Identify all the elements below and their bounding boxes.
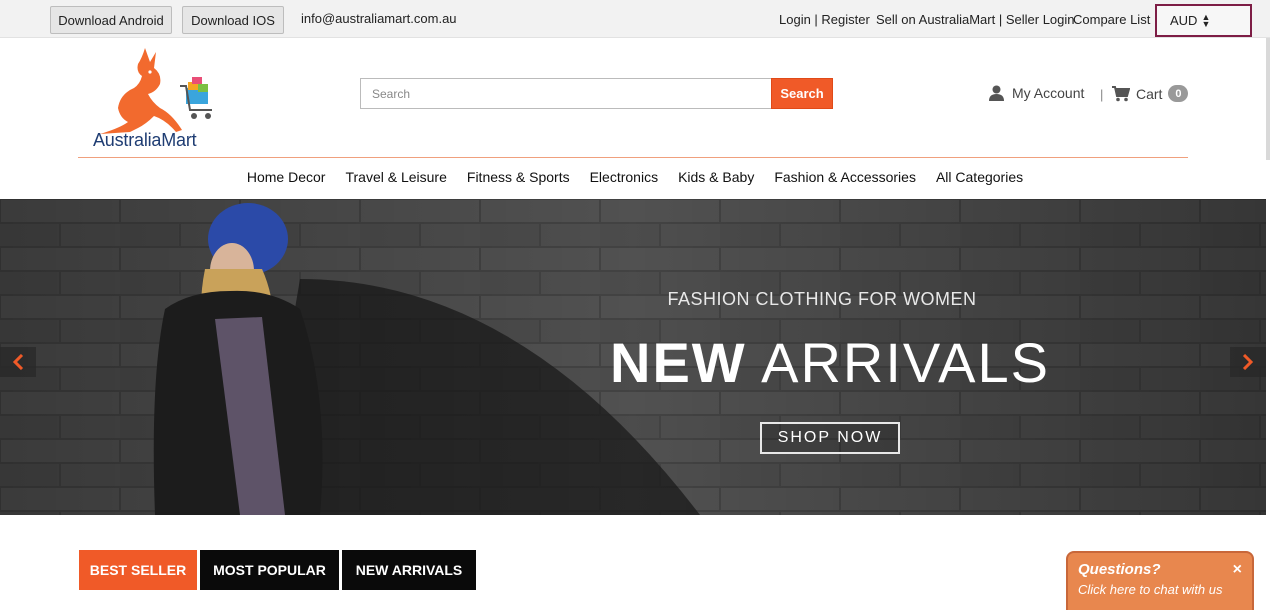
login-link[interactable]: Login xyxy=(779,12,811,27)
hero-title: NEW ARRIVALS xyxy=(560,330,1100,395)
my-account-link[interactable]: My Account xyxy=(989,85,1084,101)
cart-icon xyxy=(1112,85,1130,101)
hero-title-thin: ARRIVALS xyxy=(761,331,1050,394)
sell-link[interactable]: Sell on AustraliaMart xyxy=(876,12,995,27)
currency-value: AUD xyxy=(1170,13,1198,28)
separator: | xyxy=(995,12,1006,27)
hero-subtitle: FASHION CLOTHING FOR WOMEN xyxy=(667,289,977,309)
sort-arrows-icon: ▲ ▼ xyxy=(1201,11,1211,29)
my-account-label: My Account xyxy=(1012,85,1085,101)
seller-login-link[interactable]: Seller Login xyxy=(1006,12,1075,27)
tab-most-popular[interactable]: MOST POPULAR xyxy=(200,550,339,590)
nav-item-all-categories[interactable]: All Categories xyxy=(936,169,1023,185)
download-android-button[interactable]: Download Android xyxy=(50,6,172,34)
search-button[interactable]: Search xyxy=(771,78,833,109)
chat-subtitle: Click here to chat with us xyxy=(1078,582,1223,597)
nav-item-travel-leisure[interactable]: Travel & Leisure xyxy=(345,169,446,185)
nav-item-kids-baby[interactable]: Kids & Baby xyxy=(678,169,754,185)
tab-best-seller[interactable]: BEST SELLER xyxy=(79,550,197,590)
cart-label: Cart xyxy=(1136,85,1163,102)
seller-links: Sell on AustraliaMart | Seller Login xyxy=(876,12,1075,27)
search-input[interactable] xyxy=(360,78,772,109)
tab-new-arrivals[interactable]: NEW ARRIVALS xyxy=(342,550,476,590)
nav-item-fashion-accessories[interactable]: Fashion & Accessories xyxy=(774,169,916,185)
scrollbar[interactable] xyxy=(1266,38,1270,160)
chevron-right-icon xyxy=(1242,354,1254,370)
cart-link[interactable]: Cart 0 xyxy=(1112,85,1189,102)
nav-item-fitness-sports[interactable]: Fitness & Sports xyxy=(467,169,570,185)
close-icon[interactable]: × xyxy=(1233,561,1242,579)
chevron-left-icon xyxy=(12,354,24,370)
category-nav: Home Decor Travel & Leisure Fitness & Sp… xyxy=(0,169,1270,185)
prev-slide-button[interactable] xyxy=(0,347,36,377)
divider: | xyxy=(1100,87,1104,102)
search-bar: Search xyxy=(360,78,833,109)
shop-now-button[interactable]: SHOP NOW xyxy=(760,422,900,454)
register-link[interactable]: Register xyxy=(821,12,869,27)
nav-item-electronics[interactable]: Electronics xyxy=(590,169,658,185)
chat-widget[interactable]: Questions? Click here to chat with us × xyxy=(1066,551,1254,610)
separator: | xyxy=(810,12,822,27)
compare-list-link[interactable]: Compare List xyxy=(1073,12,1150,27)
download-ios-button[interactable]: Download IOS xyxy=(182,6,284,34)
currency-select[interactable]: AUD ▲ ▼ xyxy=(1155,4,1252,37)
top-bar: Download Android Download IOS info@austr… xyxy=(0,0,1270,38)
auth-links: Login | Register xyxy=(779,12,870,27)
contact-email[interactable]: info@australiamart.com.au xyxy=(301,11,457,26)
hero-title-bold: NEW xyxy=(610,331,747,394)
next-slide-button[interactable] xyxy=(1230,347,1266,377)
user-icon xyxy=(989,85,1004,101)
logo-text[interactable]: AustraliaMart xyxy=(93,130,197,151)
cart-count-badge: 0 xyxy=(1168,85,1189,102)
header-divider xyxy=(78,157,1188,158)
chat-title: Questions? xyxy=(1078,561,1161,578)
nav-item-home-decor[interactable]: Home Decor xyxy=(247,169,326,185)
